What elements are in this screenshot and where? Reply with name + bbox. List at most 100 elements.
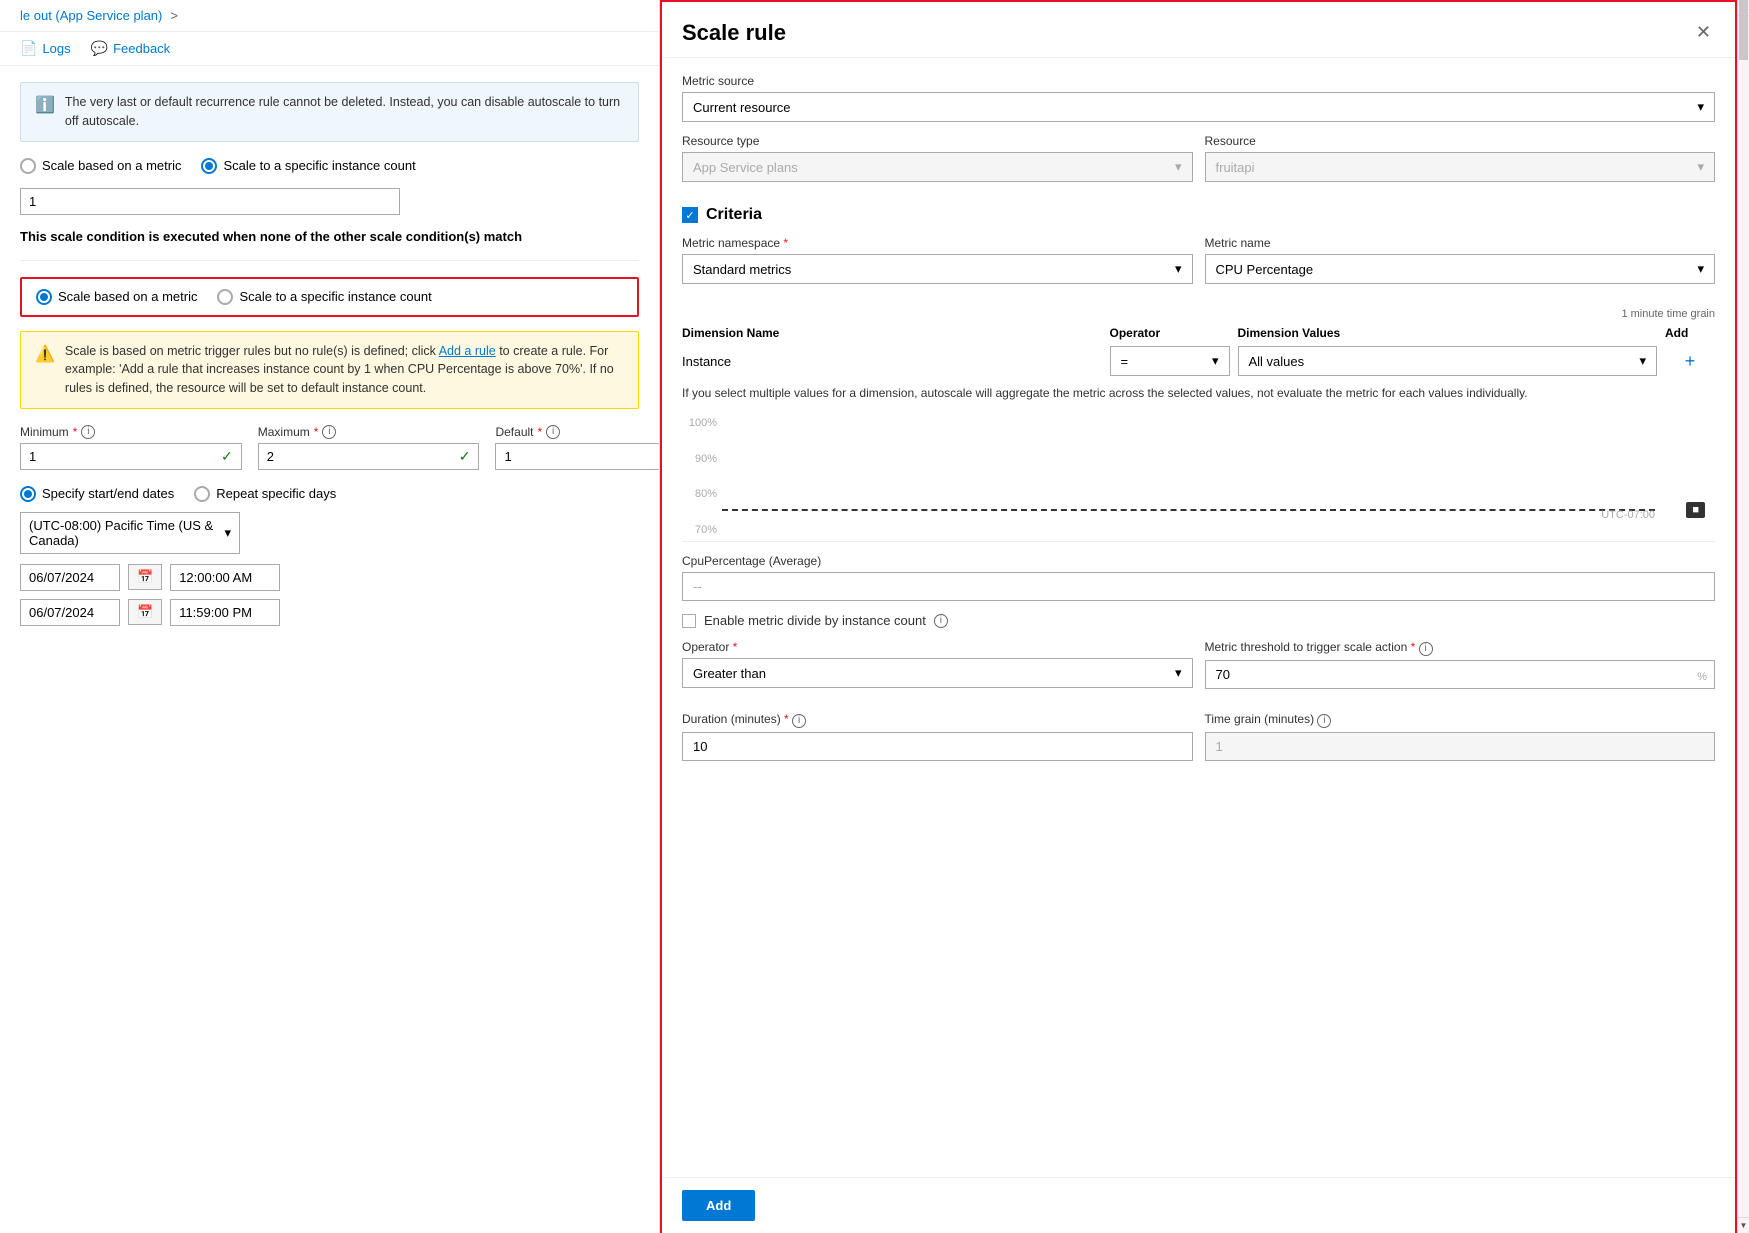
dimension-row: Instance = ▾ All values ▾ + bbox=[682, 346, 1715, 376]
dim-values-value: All values bbox=[1249, 354, 1305, 369]
time-grain-label: 1 minute time grain bbox=[682, 308, 1715, 320]
start-calendar-button[interactable]: 📅 bbox=[128, 564, 162, 590]
threshold-input[interactable] bbox=[1205, 660, 1716, 689]
metric-namespace-value: Standard metrics bbox=[693, 262, 791, 277]
instance-count-input[interactable] bbox=[20, 188, 400, 215]
dim-name-header: Dimension Name bbox=[682, 326, 1102, 340]
threshold-label: Metric threshold to trigger scale action… bbox=[1205, 640, 1716, 656]
end-calendar-button[interactable]: 📅 bbox=[128, 599, 162, 625]
chart-threshold-line bbox=[722, 509, 1655, 511]
feedback-icon: 💬 bbox=[91, 40, 108, 57]
close-button[interactable]: ✕ bbox=[1692, 18, 1715, 47]
dim-operator-value: = bbox=[1121, 354, 1129, 369]
radio-circle-repeat bbox=[194, 486, 210, 502]
resource-type-dropdown[interactable]: App Service plans ▾ bbox=[682, 152, 1193, 182]
scrollbar-thumb[interactable] bbox=[1739, 0, 1748, 60]
minimum-input[interactable] bbox=[21, 444, 213, 469]
dim-values-header: Dimension Values bbox=[1238, 326, 1658, 340]
breadcrumb-link[interactable]: le out (App Service plan) bbox=[20, 8, 162, 23]
radio-scale-metric-2[interactable]: Scale based on a metric bbox=[36, 289, 197, 305]
radio-circle-instance-1 bbox=[201, 158, 217, 174]
end-date-row: 📅 bbox=[20, 599, 639, 626]
enable-divide-row: Enable metric divide by instance count i bbox=[682, 613, 1715, 628]
chart-label-80: 80% bbox=[682, 488, 717, 500]
maximum-check-icon: ✓ bbox=[451, 448, 479, 465]
warning-box: ⚠️ Scale is based on metric trigger rule… bbox=[20, 331, 639, 409]
time-grain-info-icon[interactable]: i bbox=[1317, 714, 1331, 728]
radio-specify-dates[interactable]: Specify start/end dates bbox=[20, 486, 174, 502]
radio-label-metric-1: Scale based on a metric bbox=[42, 158, 181, 173]
duration-label: Duration (minutes) * i bbox=[682, 712, 1193, 728]
default-info-icon[interactable]: i bbox=[546, 425, 560, 439]
end-time-input[interactable] bbox=[170, 599, 280, 626]
minimum-required: * bbox=[73, 425, 78, 439]
panel-title: Scale rule bbox=[682, 20, 786, 46]
metric-name-chevron-icon: ▾ bbox=[1697, 261, 1704, 277]
operator-label: Operator * bbox=[682, 640, 1193, 654]
radio-scale-instance-2[interactable]: Scale to a specific instance count bbox=[217, 289, 431, 305]
timezone-value: (UTC-08:00) Pacific Time (US & Canada) bbox=[29, 518, 224, 548]
minimum-label: Minimum * i bbox=[20, 425, 242, 439]
instance-fields: Minimum * i ✓ Maximum * i ✓ bbox=[20, 425, 639, 470]
panel-footer: Add bbox=[662, 1177, 1735, 1233]
start-time-input[interactable] bbox=[170, 564, 280, 591]
resource-type-value: App Service plans bbox=[693, 160, 798, 175]
metric-name-dropdown[interactable]: CPU Percentage ▾ bbox=[1205, 254, 1716, 284]
add-button[interactable]: Add bbox=[682, 1190, 755, 1221]
feedback-button[interactable]: 💬 Feedback bbox=[91, 40, 171, 57]
breadcrumb: le out (App Service plan) > bbox=[0, 0, 659, 32]
radio-circle-instance-2 bbox=[217, 289, 233, 305]
dim-values-chevron-icon: ▾ bbox=[1639, 353, 1646, 369]
dim-operator-dropdown[interactable]: = ▾ bbox=[1110, 346, 1230, 376]
default-input[interactable] bbox=[496, 444, 660, 469]
criteria-header: ✓ Criteria bbox=[682, 206, 1715, 224]
radio-scale-metric-1[interactable]: Scale based on a metric bbox=[20, 158, 181, 174]
minimum-info-icon[interactable]: i bbox=[81, 425, 95, 439]
resource-label: Resource bbox=[1205, 134, 1716, 148]
info-text: The very last or default recurrence rule… bbox=[65, 93, 624, 131]
radio-repeat-days[interactable]: Repeat specific days bbox=[194, 486, 336, 502]
right-wrapper: Scale rule ✕ Metric source Current resou… bbox=[660, 0, 1749, 1233]
date-radio-group: Specify start/end dates Repeat specific … bbox=[20, 486, 639, 502]
metric-source-chevron-icon: ▾ bbox=[1697, 99, 1704, 115]
radio-circle-metric-2 bbox=[36, 289, 52, 305]
duration-info-icon[interactable]: i bbox=[792, 714, 806, 728]
timezone-dropdown[interactable]: (UTC-08:00) Pacific Time (US & Canada) ▾ bbox=[20, 512, 240, 554]
enable-divide-checkbox[interactable] bbox=[682, 614, 696, 628]
logs-button[interactable]: 📄 Logs bbox=[20, 40, 71, 57]
dimension-headers: Dimension Name Operator Dimension Values… bbox=[682, 326, 1715, 340]
resource-type-group: Resource type App Service plans ▾ bbox=[682, 134, 1193, 194]
metric-source-dropdown[interactable]: Current resource ▾ bbox=[682, 92, 1715, 122]
maximum-input[interactable] bbox=[259, 444, 451, 469]
date-section: Specify start/end dates Repeat specific … bbox=[20, 486, 639, 626]
minimum-check-icon: ✓ bbox=[213, 448, 241, 465]
resource-dropdown[interactable]: fruitapi ▾ bbox=[1205, 152, 1716, 182]
chart-label-90: 90% bbox=[682, 453, 717, 465]
metric-name-value: CPU Percentage bbox=[1216, 262, 1314, 277]
start-date-input[interactable] bbox=[20, 564, 120, 591]
feedback-label: Feedback bbox=[113, 41, 170, 56]
toolbar: 📄 Logs 💬 Feedback bbox=[0, 32, 659, 66]
dim-values-dropdown[interactable]: All values ▾ bbox=[1238, 346, 1658, 376]
operator-dropdown[interactable]: Greater than ▾ bbox=[682, 658, 1193, 688]
scroll-down-arrow[interactable]: ▼ bbox=[1738, 1217, 1749, 1233]
end-date-input[interactable] bbox=[20, 599, 120, 626]
chart-badge: ■ bbox=[1686, 502, 1705, 518]
duration-input[interactable] bbox=[682, 732, 1193, 761]
operator-required: * bbox=[733, 640, 738, 654]
metric-namespace-required: * bbox=[783, 236, 788, 250]
add-dimension-button[interactable]: + bbox=[1665, 351, 1715, 372]
date-option2-label: Repeat specific days bbox=[216, 486, 336, 501]
add-rule-link[interactable]: Add a rule bbox=[439, 344, 496, 358]
threshold-info-icon[interactable]: i bbox=[1419, 642, 1433, 656]
metric-name-group: Metric name CPU Percentage ▾ bbox=[1205, 236, 1716, 296]
maximum-info-icon[interactable]: i bbox=[322, 425, 336, 439]
date-option1-label: Specify start/end dates bbox=[42, 486, 174, 501]
maximum-input-wrapper: ✓ bbox=[258, 443, 480, 470]
metric-namespace-dropdown[interactable]: Standard metrics ▾ bbox=[682, 254, 1193, 284]
maximum-field: Maximum * i ✓ bbox=[258, 425, 480, 470]
enable-divide-info-icon[interactable]: i bbox=[934, 614, 948, 628]
duration-required: * bbox=[784, 712, 789, 726]
radio-scale-instance-1[interactable]: Scale to a specific instance count bbox=[201, 158, 415, 174]
scrollbar[interactable]: ▲ ▼ bbox=[1737, 0, 1749, 1233]
